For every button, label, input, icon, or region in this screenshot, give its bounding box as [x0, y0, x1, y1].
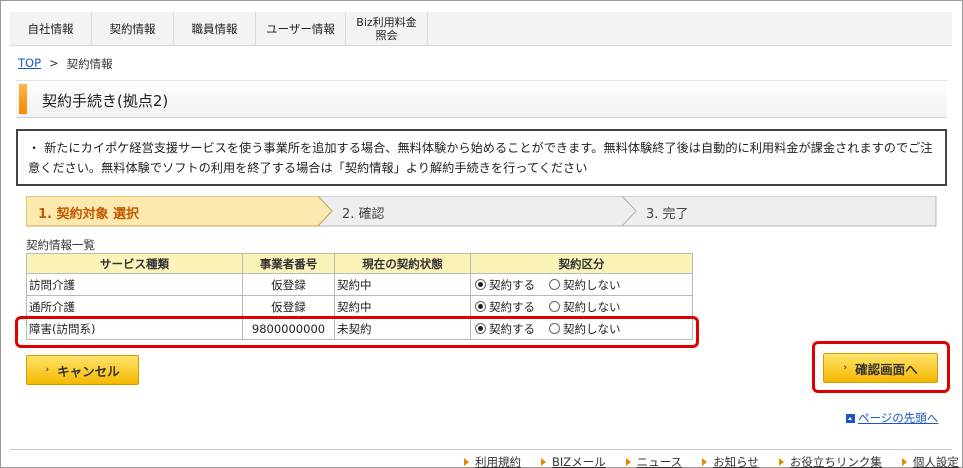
- page-title: 契約手続き(拠点2): [42, 92, 169, 110]
- footer-link-label: お知らせ: [713, 455, 759, 468]
- table-row: 通所介護 仮登録 契約中 契約する 契約しない: [26, 295, 693, 318]
- radio-label: 契約する: [489, 277, 535, 292]
- cancel-button[interactable]: › キャンセル: [26, 355, 139, 385]
- radio-contract-yes[interactable]: 契約する: [475, 278, 535, 292]
- footer-link-label: お役立ちリンク集: [789, 455, 882, 468]
- footer-link-useful-links[interactable]: お役立ちリンク集: [778, 454, 882, 468]
- footer-link-terms[interactable]: 利用規約: [464, 454, 521, 468]
- cell-number: 仮登録: [242, 273, 335, 296]
- confirm-button-label: 確認画面へ: [855, 361, 918, 377]
- nav-item-staff[interactable]: 職員情報: [174, 12, 256, 46]
- radio-button-icon: [475, 278, 486, 290]
- triangle-right-icon: [778, 458, 784, 466]
- page-top-link[interactable]: ページの先頭へ: [846, 410, 938, 426]
- radio-contract-yes[interactable]: 契約する: [475, 300, 535, 314]
- step-1-label: 1. 契約対象 選択: [38, 207, 140, 222]
- footer-link-news[interactable]: ニュース: [625, 454, 683, 468]
- footer-link-biz-mail[interactable]: BIZメール: [541, 454, 606, 468]
- page-title-bar: 契約手続き(拠点2): [16, 80, 947, 118]
- radio-label: 契約する: [489, 299, 535, 314]
- triangle-right-icon: [901, 458, 907, 466]
- notice-text: 新たにカイポケ経営支援サービスを使う事業所を追加する場合、無料体験から始めること…: [28, 141, 933, 175]
- header-status: 現在の契約状態: [334, 253, 471, 274]
- triangle-right-icon: [702, 458, 708, 466]
- title-accent-bar: [19, 84, 27, 114]
- triangle-right-icon: [541, 458, 546, 466]
- page-top-label: ページの先頭へ: [858, 411, 939, 425]
- header-contract-type: 契約区分: [470, 253, 693, 274]
- radio-button-icon: [549, 278, 560, 290]
- nav-item-biz-fee[interactable]: Biz利用料金 照会: [346, 12, 428, 46]
- notice-bullet: ・: [28, 141, 41, 155]
- radio-label: 契約しない: [563, 299, 621, 314]
- table-row: 訪問介護 仮登録 契約中 契約する 契約しない: [26, 273, 693, 296]
- radio-label: 契約しない: [563, 277, 621, 292]
- radio-button-icon: [549, 300, 560, 312]
- footer-links: 利用規約 BIZメール ニュース お知らせ お役立ちリンク集 個人設定: [464, 454, 959, 468]
- app-frame: [0, 0, 963, 468]
- top-nav: 自社情報 契約情報 職員情報 ユーザー情報 Biz利用料金 照会: [10, 12, 952, 46]
- step-2-label: 2. 確認: [342, 207, 385, 222]
- step-3-label: 3. 完了: [646, 207, 689, 222]
- highlight-box-row: [15, 316, 699, 348]
- radio-button-icon: [475, 300, 486, 312]
- cell-service: 通所介護: [26, 295, 243, 318]
- cancel-button-label: キャンセル: [57, 363, 120, 379]
- footer-link-label: ニュース: [636, 455, 683, 468]
- notice-box: ・ 新たにカイポケ経営支援サービスを使う事業所を追加する場合、無料体験から始める…: [16, 129, 947, 186]
- footer-divider: [10, 449, 952, 450]
- chevron-right-icon: ›: [45, 365, 50, 375]
- nav-item-contract[interactable]: 契約情報: [92, 12, 174, 46]
- footer-link-label: BIZメール: [552, 455, 606, 468]
- radio-contract-no[interactable]: 契約しない: [549, 300, 621, 314]
- header-number: 事業者番号: [242, 253, 335, 274]
- cell-status: 契約中: [334, 295, 471, 318]
- breadcrumb-top-link[interactable]: TOP: [18, 56, 41, 72]
- radio-contract-no[interactable]: 契約しない: [549, 278, 621, 292]
- confirm-screen-button[interactable]: › 確認画面へ: [823, 353, 938, 383]
- breadcrumb-current: 契約情報: [66, 57, 113, 71]
- table-header-row: サービス種類 事業者番号 現在の契約状態 契約区分: [26, 253, 693, 274]
- cell-number: 仮登録: [242, 295, 335, 318]
- nav-item-user[interactable]: ユーザー情報: [256, 12, 346, 46]
- nav-item-company[interactable]: 自社情報: [10, 12, 92, 46]
- cell-service: 訪問介護: [26, 273, 243, 296]
- step-indicator: 1. 契約対象 選択 2. 確認 3. 完了: [26, 196, 937, 227]
- header-service: サービス種類: [26, 253, 243, 274]
- triangle-right-icon: [464, 458, 469, 466]
- footer-link-notices[interactable]: お知らせ: [702, 454, 759, 468]
- triangle-right-icon: [625, 458, 631, 466]
- cell-status: 契約中: [334, 273, 471, 296]
- arrow-up-icon: [846, 413, 855, 423]
- cell-contract-type: 契約する 契約しない: [470, 273, 693, 296]
- footer-link-personal-settings[interactable]: 個人設定: [901, 454, 959, 468]
- footer-link-label: 個人設定: [912, 455, 959, 468]
- chevron-right-icon: ›: [843, 363, 848, 373]
- table-caption: 契約情報一覧: [26, 238, 95, 252]
- breadcrumb: TOP > 契約情報: [18, 56, 113, 72]
- footer-link-label: 利用規約: [475, 455, 521, 468]
- cell-contract-type: 契約する 契約しない: [470, 295, 693, 318]
- step-arrows: [26, 196, 937, 227]
- breadcrumb-separator: >: [49, 56, 59, 70]
